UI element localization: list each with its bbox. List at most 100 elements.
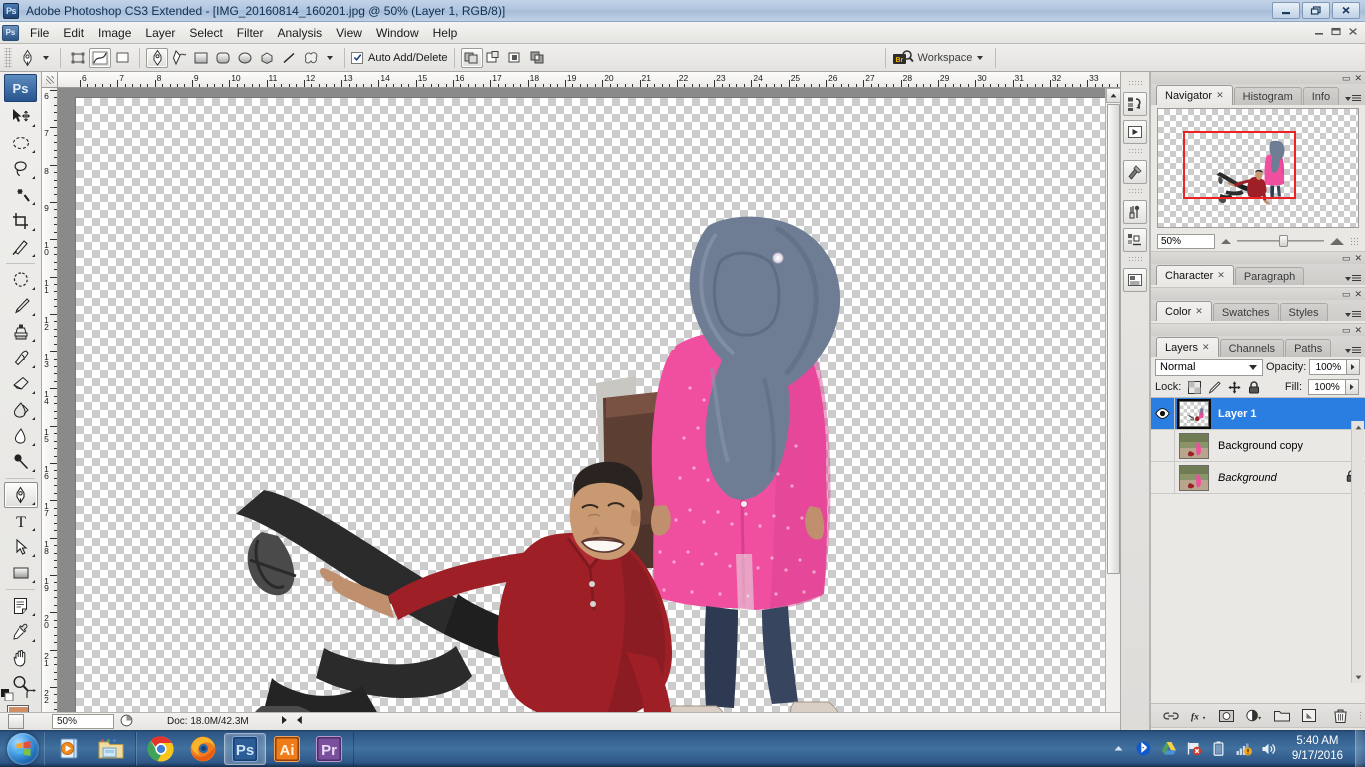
windows-explorer-icon[interactable] (90, 733, 132, 765)
path-selection-tool[interactable] (4, 534, 38, 560)
tab-layers-close-icon[interactable]: ✕ (1202, 342, 1210, 353)
volume-icon[interactable] (1261, 741, 1277, 757)
restore-button[interactable] (1302, 2, 1330, 19)
link-layers-icon[interactable] (1163, 708, 1179, 724)
blur-tool[interactable] (4, 423, 38, 449)
marquee-tool[interactable] (4, 130, 38, 156)
zoom-in-icon[interactable] (1330, 237, 1344, 245)
gradient-tool[interactable] (4, 397, 38, 423)
color-close-icon[interactable]: ✕ (1354, 289, 1362, 299)
status-left-arrow-icon[interactable] (296, 715, 303, 728)
menu-analysis[interactable]: Analysis (270, 23, 329, 43)
dodge-tool[interactable] (4, 449, 38, 475)
magic-wand-tool[interactable] (4, 182, 38, 208)
bluetooth-icon[interactable] (1136, 741, 1152, 757)
menu-image[interactable]: Image (91, 23, 138, 43)
zoom-slider-thumb[interactable] (1278, 235, 1288, 247)
character-collapse-icon[interactable]: ▭ (1342, 253, 1351, 263)
menu-filter[interactable]: Filter (230, 23, 271, 43)
layer-name[interactable]: Background (1218, 472, 1277, 484)
custom-shape-tool-button[interactable] (300, 48, 322, 68)
menu-view[interactable]: View (329, 23, 369, 43)
network-flag-icon[interactable] (1186, 741, 1202, 757)
vertical-ruler[interactable]: 6 7 8 9 10 11 12 13 14 15 16 17 18 19 20 21 22 (42, 88, 58, 730)
tab-color-close-icon[interactable]: ✕ (1195, 306, 1203, 317)
menu-window[interactable]: Window (369, 23, 426, 43)
firefox-icon[interactable] (182, 733, 224, 765)
tab-paragraph[interactable]: Paragraph (1234, 267, 1305, 285)
add-to-path-area-button[interactable] (460, 47, 483, 68)
ruler-corner[interactable] (42, 72, 58, 88)
shape-layers-button[interactable] (67, 48, 89, 68)
navigator-zoom-slider[interactable] (1237, 235, 1324, 247)
image-canvas[interactable] (76, 98, 1120, 718)
fill-slider-button[interactable] (1346, 379, 1359, 395)
layers-collapse-icon[interactable]: ▭ (1342, 325, 1351, 335)
current-tool-pen-icon[interactable] (16, 48, 38, 68)
eraser-tool[interactable] (4, 371, 38, 397)
menu-edit[interactable]: Edit (56, 23, 91, 43)
shape-options-chevron-down-icon[interactable] (327, 55, 333, 60)
premiere-icon[interactable]: Pr (308, 733, 350, 765)
layer-name[interactable]: Layer 1 (1218, 408, 1257, 420)
show-hidden-icons-arrow[interactable] (1111, 741, 1127, 757)
color-collapse-icon[interactable]: ▭ (1342, 289, 1351, 299)
clone-source-panel-icon[interactable] (1123, 228, 1147, 252)
character-close-icon[interactable]: ✕ (1354, 253, 1362, 263)
navigator-view-box[interactable] (1183, 131, 1296, 199)
shape-tool[interactable] (4, 560, 38, 586)
canvas-viewport[interactable] (58, 88, 1120, 730)
layer-style-icon[interactable]: fx (1191, 708, 1207, 724)
doc-close-icon[interactable] (1348, 27, 1359, 39)
tab-character-close-icon[interactable]: ✕ (1217, 270, 1225, 281)
options-bar-grip[interactable] (4, 47, 12, 68)
opacity-value-field[interactable]: 100% (1309, 359, 1348, 375)
lasso-tool[interactable] (4, 156, 38, 182)
adjustment-layer-icon[interactable] (1246, 708, 1262, 724)
hand-tool[interactable] (4, 645, 38, 671)
exclude-overlapping-path-areas-button[interactable] (527, 48, 549, 68)
fill-pixels-button[interactable] (111, 48, 133, 68)
navigator-close-icon[interactable]: ✕ (1354, 73, 1362, 83)
vertical-scroll-thumb[interactable] (1107, 104, 1120, 574)
layers-close-icon[interactable]: ✕ (1354, 325, 1362, 335)
notes-tool[interactable] (4, 593, 38, 619)
menu-file[interactable]: File (23, 23, 56, 43)
lock-all-icon[interactable] (1247, 380, 1261, 394)
chrome-icon[interactable] (140, 733, 182, 765)
layers-scroll-up-icon[interactable] (1352, 421, 1365, 433)
status-expand-arrow-icon[interactable] (281, 715, 288, 728)
illustrator-icon[interactable]: Ai (266, 733, 308, 765)
navigator-panel-menu-button[interactable] (1345, 95, 1361, 102)
delete-layer-icon[interactable] (1334, 708, 1347, 724)
table-row[interactable]: Background copy (1151, 429, 1365, 462)
google-drive-icon[interactable] (1161, 741, 1177, 757)
table-row[interactable]: Layer 1 (1151, 397, 1365, 430)
tab-histogram[interactable]: Histogram (1233, 87, 1302, 105)
lock-position-icon[interactable] (1227, 380, 1241, 394)
battery-icon[interactable] (1211, 741, 1227, 757)
rounded-rectangle-tool-button[interactable] (212, 48, 234, 68)
workspace-button[interactable]: Workspace (912, 50, 990, 66)
line-tool-button[interactable] (278, 48, 300, 68)
doc-minimize-icon[interactable] (1314, 27, 1325, 39)
go-to-bridge-icon[interactable]: Br (892, 49, 914, 67)
menu-help[interactable]: Help (426, 23, 465, 43)
auto-add-delete-checkbox[interactable] (351, 51, 363, 64)
rectangle-tool-button[interactable] (190, 48, 212, 68)
tool-presets-panel-icon[interactable] (1123, 160, 1147, 184)
blend-mode-select[interactable]: Normal (1155, 358, 1263, 376)
layer-mask-icon[interactable] (1219, 708, 1234, 724)
actions-panel-icon[interactable] (1123, 120, 1147, 144)
canvas-vertical-scrollbar[interactable] (1105, 88, 1120, 730)
brush-tool[interactable] (4, 293, 38, 319)
tab-info[interactable]: Info (1302, 87, 1340, 105)
layer-thumbnail[interactable] (1177, 398, 1211, 429)
zoom-level-field[interactable]: 50% (52, 714, 114, 729)
navigator-zoom-field[interactable]: 50% (1157, 233, 1215, 249)
color-panel-menu-button[interactable] (1345, 311, 1361, 318)
pen-tool[interactable] (3, 482, 38, 508)
crop-tool[interactable] (4, 208, 38, 234)
dock-rail-grip-3[interactable] (1128, 188, 1142, 194)
type-tool[interactable]: T (4, 508, 38, 534)
